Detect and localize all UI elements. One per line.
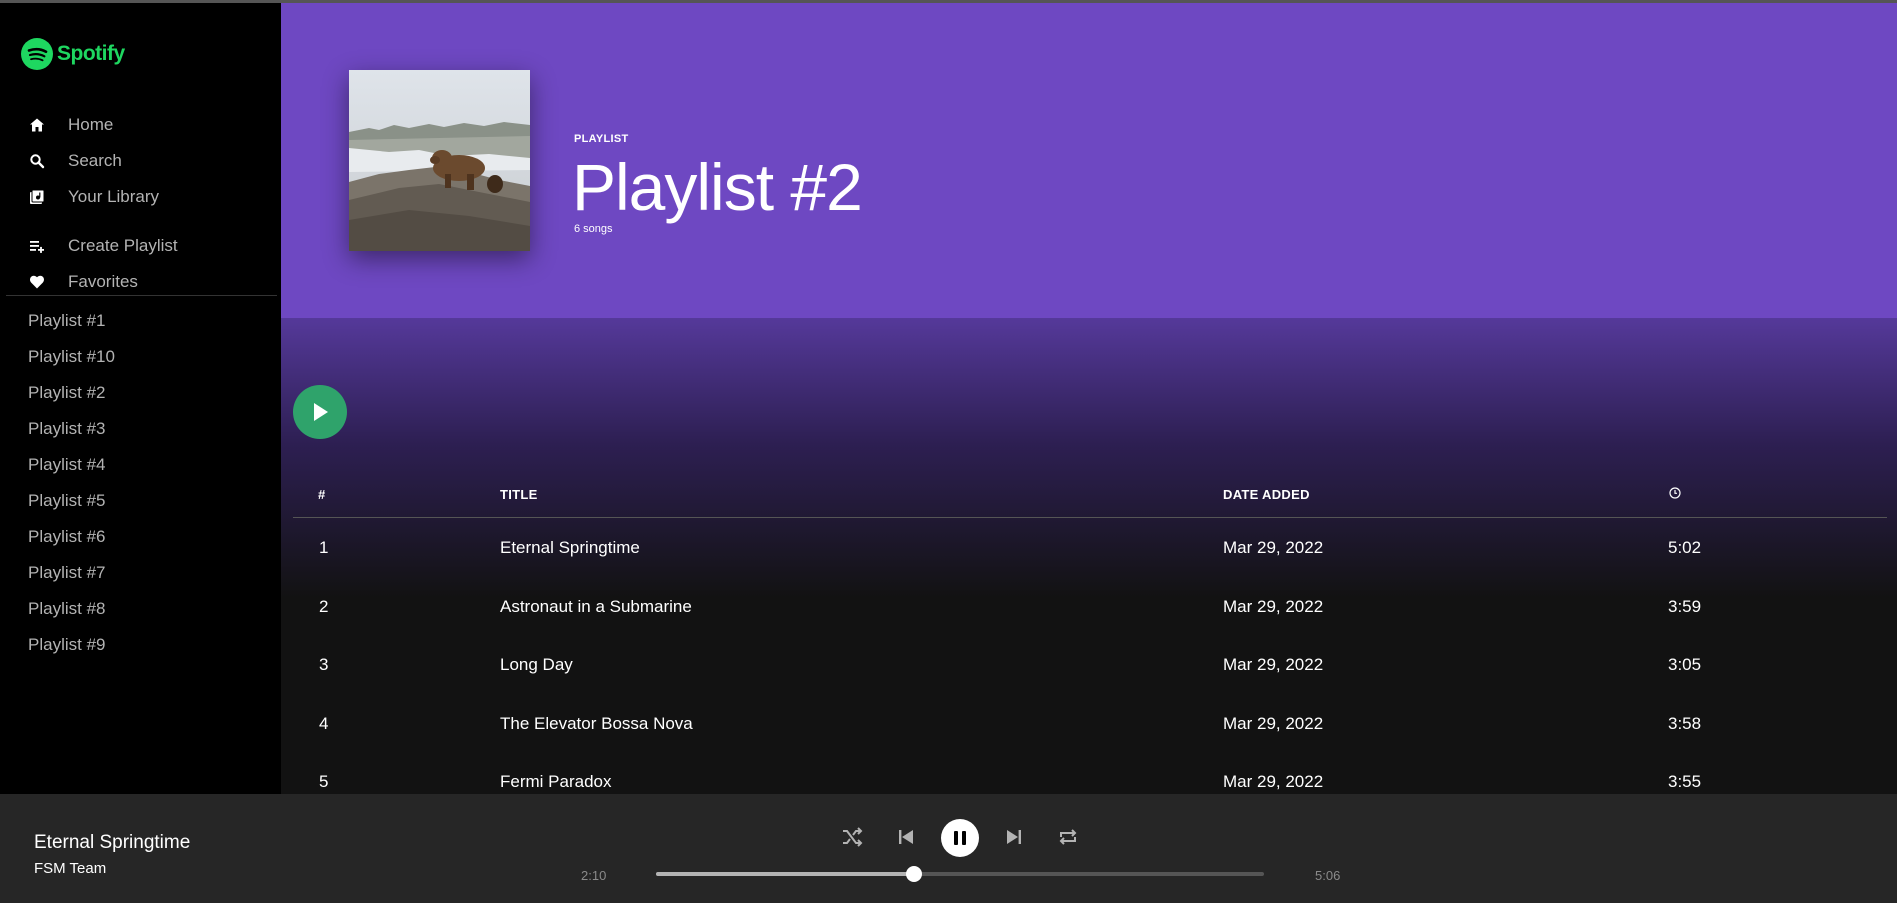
track-number: 1 [319,538,329,557]
repeat-button[interactable] [1055,824,1081,850]
now-playing-title[interactable]: Eternal Springtime [34,832,190,854]
sidebar-playlist-item[interactable]: Playlist #8 [28,596,105,622]
track-number: 5 [319,772,329,791]
track-date-added: Mar 29, 2022 [1223,655,1324,674]
search-icon [28,152,46,170]
nav-home-label: Home [68,115,114,134]
play-pause-button[interactable] [941,819,979,857]
sidebar-playlist-item[interactable]: Playlist #10 [28,344,115,370]
sidebar-playlist-item[interactable]: Playlist #5 [28,488,105,514]
play-playlist-button[interactable] [293,385,347,439]
sidebar-playlist-item[interactable]: Playlist #4 [28,452,105,478]
track-duration: 3:59 [1668,597,1702,616]
now-playing-artist[interactable]: FSM Team [34,860,106,877]
track-title: Eternal Springtime [500,538,640,557]
track-date-added: Mar 29, 2022 [1223,714,1324,733]
track-duration: 3:58 [1668,714,1702,733]
skip-previous-icon [899,830,913,844]
pause-icon [954,831,966,845]
track-date-added: Mar 29, 2022 [1223,597,1324,616]
track-duration: 3:05 [1668,655,1702,674]
track-row[interactable]: 2 Astronaut in a Submarine Mar 29, 2022 … [293,578,1887,636]
clock-icon [1669,487,1681,502]
spotify-logo[interactable]: Spotify [21,38,125,70]
track-table-header: # TITLE DATE ADDED [293,487,1887,518]
nav-library[interactable]: Your Library [28,182,159,212]
progress-bar[interactable] [656,866,1264,882]
spotify-logo-icon [21,38,53,70]
next-button[interactable] [1001,824,1027,850]
sidebar: Spotify Home Search Your Library Create … [0,0,281,794]
total-time: 5:06 [1315,868,1341,883]
playlist-type-label: PLAYLIST [574,133,629,145]
track-title: Astronaut in a Submarine [500,597,692,616]
header-title: TITLE [500,487,538,502]
track-duration: 3:55 [1668,772,1702,791]
repeat-icon [1059,829,1077,845]
track-title: Long Day [500,655,573,674]
track-row[interactable]: 4 The Elevator Bossa Nova Mar 29, 2022 3… [293,695,1887,753]
track-date-added: Mar 29, 2022 [1223,772,1324,791]
add-playlist-icon [28,237,46,255]
skip-next-icon [1007,830,1021,844]
favorites-button[interactable]: Favorites [28,267,138,297]
playlist-cover-image [349,70,530,251]
header-number: # [318,487,326,502]
track-number: 2 [319,597,329,616]
track-title: Fermi Paradox [500,772,612,791]
sidebar-playlist-item[interactable]: Playlist #9 [28,632,105,658]
track-number: 4 [319,714,329,733]
shuffle-icon [843,827,863,847]
create-playlist-button[interactable]: Create Playlist [28,231,178,261]
track-number: 3 [319,655,329,674]
header-date-added: DATE ADDED [1223,487,1310,502]
main-content: PLAYLIST Playlist #2 6 songs # TITLE DAT… [281,0,1897,794]
sidebar-playlist-item[interactable]: Playlist #6 [28,524,105,550]
favorites-label: Favorites [68,272,138,291]
sidebar-playlist-item[interactable]: Playlist #3 [28,416,105,442]
track-row[interactable]: 1 Eternal Springtime Mar 29, 2022 5:02 [293,519,1887,577]
previous-button[interactable] [893,824,919,850]
spotify-logo-text: Spotify [57,42,125,65]
nav-search[interactable]: Search [28,146,122,176]
track-duration: 5:02 [1668,538,1702,557]
playlist-song-count: 6 songs [574,223,613,235]
sidebar-playlist-item[interactable]: Playlist #1 [28,308,105,334]
sidebar-playlist-item[interactable]: Playlist #2 [28,380,105,406]
window-top-border [0,0,1897,3]
library-icon [28,188,46,206]
track-row[interactable]: 3 Long Day Mar 29, 2022 3:05 [293,636,1887,694]
elapsed-time: 2:10 [581,868,607,883]
heart-icon [28,273,46,291]
nav-library-label: Your Library [68,187,160,206]
track-row[interactable]: 5 Fermi Paradox Mar 29, 2022 3:55 [293,753,1887,794]
track-date-added: Mar 29, 2022 [1223,538,1324,557]
nav-home[interactable]: Home [28,110,113,140]
shuffle-button[interactable] [839,824,865,850]
play-icon [314,403,328,421]
sidebar-playlist-item[interactable]: Playlist #7 [28,560,105,586]
progress-fill [656,872,915,876]
create-playlist-label: Create Playlist [68,236,178,255]
sidebar-divider [6,295,277,296]
track-title: The Elevator Bossa Nova [500,714,693,733]
nav-search-label: Search [68,151,122,170]
home-icon [28,116,46,134]
playlist-title: Playlist #2 [572,150,863,224]
